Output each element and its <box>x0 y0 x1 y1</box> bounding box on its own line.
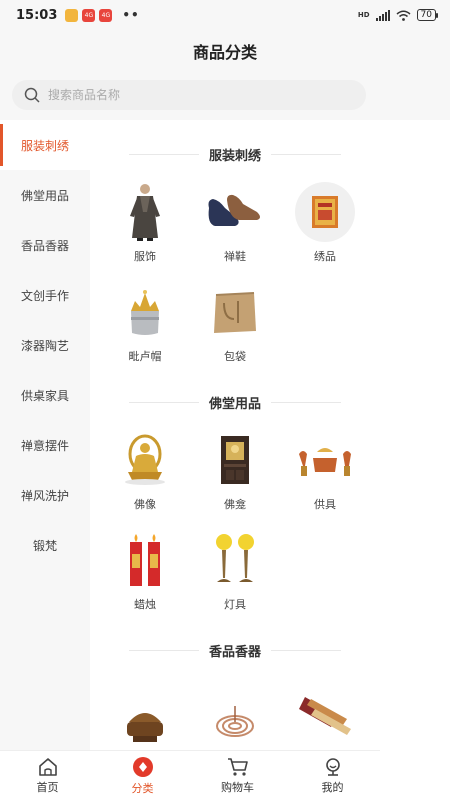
nav-label: 分类 <box>131 781 154 795</box>
sidebar-item-furniture[interactable]: 供桌家具 <box>0 370 90 420</box>
candles-icon <box>115 530 175 590</box>
category-item-coil-incense[interactable] <box>190 664 280 750</box>
hd-label: HD <box>357 11 370 19</box>
category-item-censer[interactable] <box>100 664 190 750</box>
category-item-buddha-statue[interactable]: 佛像 <box>100 416 190 516</box>
cart-icon <box>227 757 248 776</box>
sidebar-item-crafts[interactable]: 文创手作 <box>0 270 90 320</box>
embroidery-icon <box>295 182 355 242</box>
category-grid: 服饰 禅鞋 绣品 毗卢帽 包袋 <box>90 168 380 368</box>
shoes-icon <box>205 182 265 242</box>
notification-icon <box>65 8 79 22</box>
lamps-icon <box>205 530 265 590</box>
page-title: 商品分类 <box>192 43 257 62</box>
category-sidebar: 服装刺绣 佛堂用品 香品香器 文创手作 漆器陶艺 供桌家具 禅意摆件 禅风洗护 … <box>0 120 90 750</box>
category-item-label: 佛像 <box>134 498 156 511</box>
category-item-label: 包袋 <box>224 350 246 363</box>
category-grid <box>90 664 380 750</box>
nav-category[interactable]: 分类 <box>95 751 190 800</box>
category-item-label: 佛龛 <box>224 498 246 511</box>
category-item-lamps[interactable]: 灯具 <box>190 516 280 616</box>
header: 商品分类 <box>0 30 450 72</box>
sidebar-item-zen-ornaments[interactable]: 禅意摆件 <box>0 420 90 470</box>
sidebar-item-buddha-hall[interactable]: 佛堂用品 <box>0 170 90 220</box>
section-title: 佛堂用品 <box>90 388 380 416</box>
category-item-bag[interactable]: 包袋 <box>190 268 280 368</box>
sidebar-item-duanfan[interactable]: 锻梵 <box>0 520 90 570</box>
nav-profile[interactable]: 我的 <box>285 751 380 800</box>
section-title: 香品香器 <box>90 636 380 664</box>
bottom-navigation: 首页 分类 购物车 我的 <box>0 750 380 800</box>
nav-cart[interactable]: 购物车 <box>190 751 285 800</box>
category-item-label: 蜡烛 <box>134 598 156 611</box>
home-icon <box>38 757 57 776</box>
section-title-text: 佛堂用品 <box>208 396 261 412</box>
section-title-text: 香品香器 <box>208 644 261 660</box>
divider <box>271 401 341 403</box>
category-item-label: 服饰 <box>134 250 156 263</box>
search-box[interactable] <box>12 80 366 110</box>
censer-icon <box>115 694 175 750</box>
battery-indicator: 70 <box>416 9 439 21</box>
divider <box>128 649 199 651</box>
incense-box-icon <box>295 684 355 744</box>
search-input[interactable] <box>48 88 328 102</box>
sidebar-item-incense[interactable]: 香品香器 <box>0 220 90 270</box>
category-content: 服装刺绣 服饰 禅鞋 绣品 毗卢帽 包袋 佛堂用品 佛像 佛龛 供具 蜡烛 灯具… <box>90 120 380 750</box>
category-item-shoes[interactable]: 禅鞋 <box>190 168 280 268</box>
category-item-shrine[interactable]: 佛龛 <box>190 416 280 516</box>
category-item-clothing[interactable]: 服饰 <box>100 168 190 268</box>
status-bar: 15:03 4G 4G •• HD 70 <box>0 0 450 30</box>
category-item-incense-box[interactable] <box>280 664 370 750</box>
bag-icon <box>205 282 265 342</box>
category-item-embroidery[interactable]: 绣品 <box>280 168 370 268</box>
crown-hat-icon <box>115 282 175 342</box>
divider <box>128 153 199 155</box>
wifi-icon <box>396 10 411 21</box>
category-grid: 佛像 佛龛 供具 蜡烛 灯具 <box>90 416 380 616</box>
category-item-pilu-hat[interactable]: 毗卢帽 <box>100 268 190 368</box>
offering-set-icon <box>295 430 355 490</box>
shrine-icon <box>205 430 265 490</box>
nav-label: 购物车 <box>221 780 254 794</box>
search-icon <box>24 87 40 103</box>
divider <box>271 153 341 155</box>
category-item-label: 禅鞋 <box>224 250 246 263</box>
robe-icon <box>115 182 175 242</box>
nav-label: 首页 <box>36 780 59 794</box>
signal-icon <box>375 9 390 21</box>
search-bar-container <box>0 72 450 120</box>
section-title-text: 服装刺绣 <box>208 148 261 164</box>
section-title: 服装刺绣 <box>90 140 380 168</box>
coil-incense-icon <box>205 694 265 750</box>
sidebar-item-lacquer-pottery[interactable]: 漆器陶艺 <box>0 320 90 370</box>
status-time: 15:03 <box>16 7 58 23</box>
category-item-offering-set[interactable]: 供具 <box>280 416 370 516</box>
divider <box>271 649 341 651</box>
sidebar-item-zen-care[interactable]: 禅风洗护 <box>0 470 90 520</box>
nav-home[interactable]: 首页 <box>0 751 95 800</box>
category-icon <box>132 756 153 777</box>
category-item-candles[interactable]: 蜡烛 <box>100 516 190 616</box>
notification-icon: 4G <box>82 8 96 22</box>
category-item-label: 毗卢帽 <box>128 350 162 363</box>
category-item-label: 供具 <box>314 498 336 511</box>
category-item-label: 灯具 <box>224 598 246 611</box>
sidebar-item-clothing-embroidery[interactable]: 服装刺绣 <box>0 120 90 170</box>
notification-icon: 4G <box>99 8 113 22</box>
category-item-label: 绣品 <box>314 250 336 263</box>
nav-label: 我的 <box>321 780 344 794</box>
divider <box>128 401 199 403</box>
more-notifications-indicator: •• <box>122 8 140 22</box>
profile-icon <box>325 757 340 776</box>
buddha-statue-icon <box>115 430 175 490</box>
